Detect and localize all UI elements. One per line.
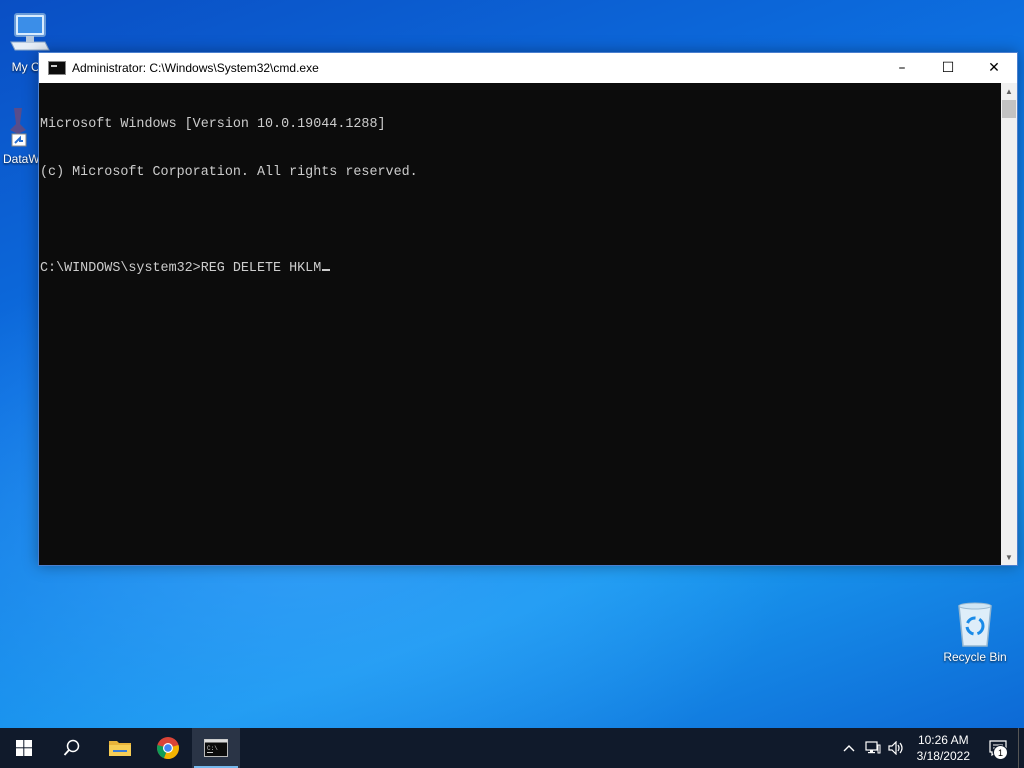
show-hidden-icons-button[interactable] xyxy=(837,728,861,768)
console-line: Microsoft Windows [Version 10.0.19044.12… xyxy=(40,117,386,132)
speaker-icon xyxy=(888,741,903,755)
console-command: C:\WINDOWS\system32>REG DELETE HKLM xyxy=(40,261,322,276)
window-title: Administrator: C:\Windows\System32\cmd.e… xyxy=(72,61,319,75)
computer-icon xyxy=(5,10,53,58)
maximize-icon: ☐ xyxy=(941,60,955,76)
desktop-icon-label: DataW xyxy=(3,152,40,166)
minimize-button[interactable]: – xyxy=(879,53,925,83)
window-titlebar[interactable]: Administrator: C:\Windows\System32\cmd.e… xyxy=(39,53,1017,83)
clock-date: 3/18/2022 xyxy=(916,749,970,763)
chevron-up-icon xyxy=(843,745,855,752)
close-icon: ✕ xyxy=(988,60,1000,76)
scroll-up-icon[interactable]: ▲ xyxy=(1001,83,1017,99)
windows-logo-icon xyxy=(16,740,32,756)
network-icon xyxy=(865,741,881,754)
window-controls: – ☐ ✕ xyxy=(879,53,1017,83)
cmd-icon xyxy=(48,61,66,75)
taskbar: C:\ 10:26 AM 3/18/2022 1 xyxy=(0,728,1024,768)
desktop-icon-label: Recycle Bin xyxy=(943,650,1007,664)
search-button[interactable] xyxy=(48,728,96,768)
maximize-button[interactable]: ☐ xyxy=(925,53,971,83)
recycle-bin-icon xyxy=(951,600,999,648)
cmd-window[interactable]: Administrator: C:\Windows\System32\cmd.e… xyxy=(38,52,1018,566)
chrome-button[interactable] xyxy=(144,728,192,768)
clock-time: 10:26 AM xyxy=(917,733,969,747)
notification-count-badge: 1 xyxy=(993,745,1008,760)
desktop-icon-datawarrior[interactable]: DataW xyxy=(0,104,42,166)
console-output[interactable]: Microsoft Windows [Version 10.0.19044.12… xyxy=(39,83,1001,565)
minimize-icon: – xyxy=(898,60,906,76)
folder-icon xyxy=(109,741,131,756)
close-button[interactable]: ✕ xyxy=(971,53,1017,83)
scroll-down-icon[interactable]: ▼ xyxy=(1001,549,1017,565)
chrome-icon xyxy=(157,737,179,760)
network-button[interactable] xyxy=(861,728,885,768)
vertical-scrollbar[interactable]: ▲ ▼ xyxy=(1001,83,1017,565)
volume-button[interactable] xyxy=(885,728,909,768)
datawarrior-icon xyxy=(0,104,36,150)
action-center-button[interactable]: 1 xyxy=(978,728,1018,768)
clock[interactable]: 10:26 AM 3/18/2022 xyxy=(909,732,978,764)
cmd-button[interactable]: C:\ xyxy=(192,728,240,768)
search-icon xyxy=(63,739,80,756)
terminal-icon: C:\ xyxy=(204,739,228,757)
text-cursor xyxy=(322,269,331,271)
file-explorer-button[interactable] xyxy=(96,728,144,768)
desktop-icon-recycle-bin[interactable]: Recycle Bin xyxy=(936,600,1014,664)
scroll-thumb[interactable] xyxy=(1002,100,1016,118)
system-tray: 10:26 AM 3/18/2022 1 xyxy=(837,728,1024,768)
console-prompt-line[interactable]: C:\WINDOWS\system32>REG DELETE HKLM xyxy=(40,261,1001,277)
show-desktop-button[interactable] xyxy=(1018,728,1024,768)
svg-text:C:\: C:\ xyxy=(207,745,218,752)
console-line: (c) Microsoft Corporation. All rights re… xyxy=(40,165,418,180)
start-button[interactable] xyxy=(0,728,48,768)
